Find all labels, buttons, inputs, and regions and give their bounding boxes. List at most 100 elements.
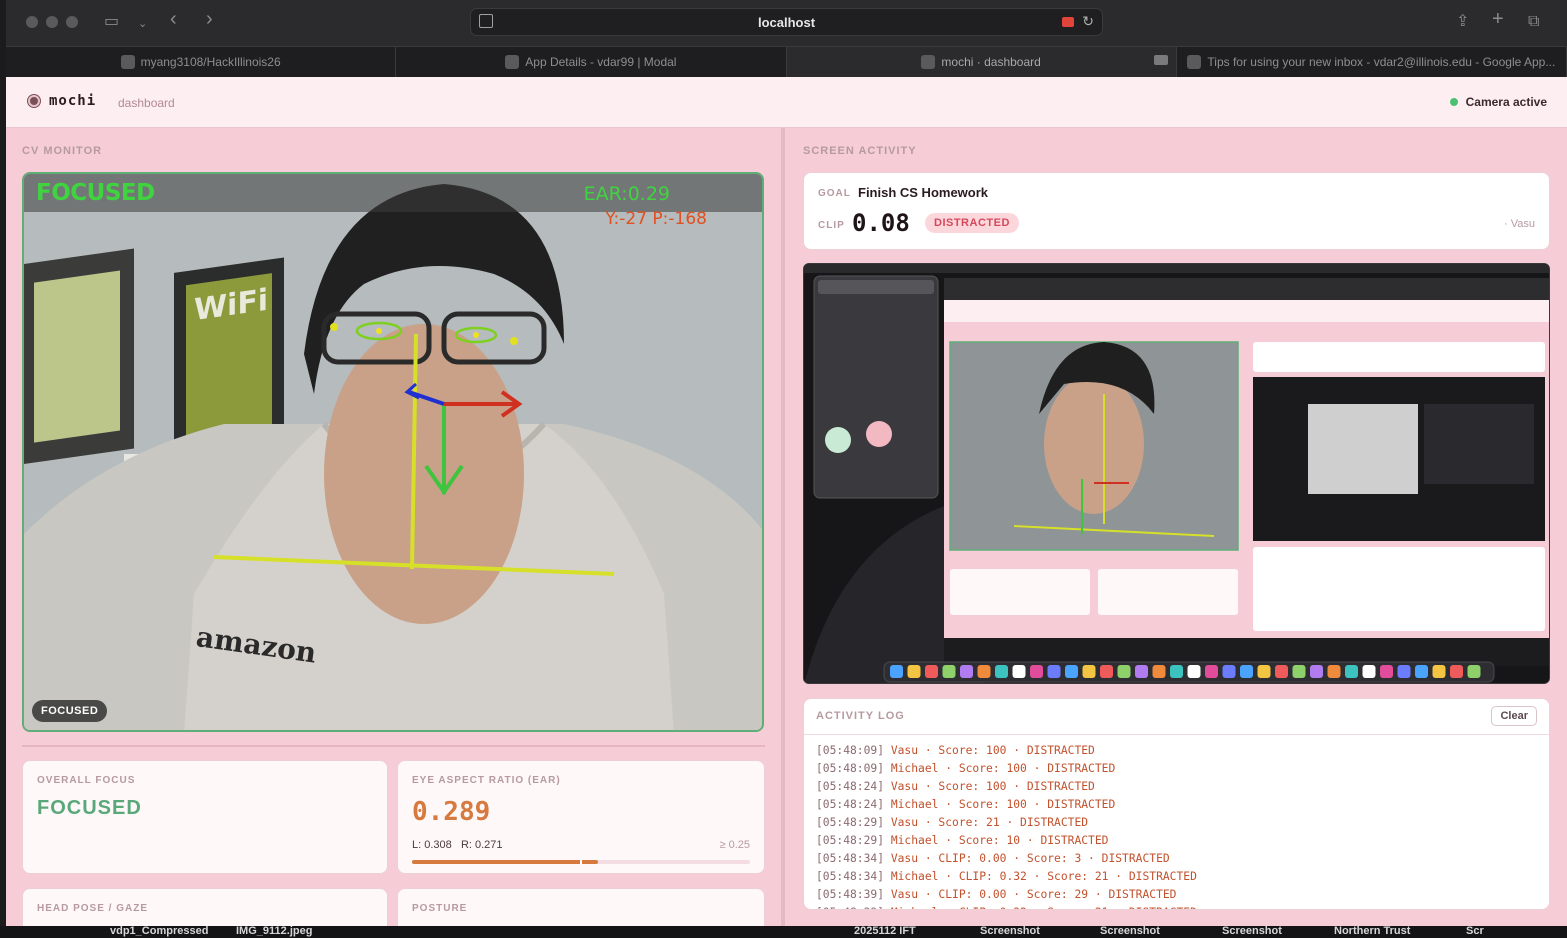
log-entry: [05:48:29] Vasu · Score: 21 · DISTRACTED	[816, 814, 1537, 832]
zoom-window-button[interactable]	[66, 16, 78, 28]
tab-github[interactable]: myang3108/HackIllinois26	[6, 47, 397, 77]
dock-app-icon	[995, 665, 1008, 678]
share-icon[interactable]: ⇪	[1456, 12, 1469, 32]
dock-app-icon	[1380, 665, 1393, 678]
ear-threshold: ≥ 0.25	[719, 839, 750, 851]
dock-app-icon	[1047, 665, 1061, 678]
github-icon	[120, 55, 135, 69]
card-label: HEAD POSE / GAZE	[37, 903, 149, 914]
dock-app-icon	[1362, 665, 1376, 678]
camera-status-text: Camera active	[1465, 95, 1547, 109]
dock-app-icon	[1100, 665, 1113, 678]
feed-ear-text: EAR:0.29	[583, 183, 670, 205]
log-timestamp: [05:48:34]	[816, 870, 885, 883]
dock-app-icon	[1467, 665, 1481, 678]
tab-label: App Details - vdar99 | Modal	[525, 55, 677, 69]
dock-app-icon	[1012, 665, 1026, 678]
log-entry: [05:48:09] Vasu · Score: 100 · DISTRACTE…	[816, 742, 1537, 760]
log-text: Vasu · CLIP: 0.00 · Score: 3 · DISTRACTE…	[884, 852, 1170, 865]
log-entry: [05:48:24] Michael · Score: 100 · DISTRA…	[816, 796, 1537, 814]
dock-app-icon	[890, 665, 903, 678]
dock-app-icon	[1310, 665, 1323, 678]
desktop-file-label[interactable]: Screenshot	[1100, 926, 1160, 937]
user-tag: · Vasu	[1504, 218, 1535, 230]
overall-focus-card: OVERALL FOCUS FOCUSED	[22, 760, 388, 874]
new-tab-icon[interactable]: +	[1492, 9, 1504, 29]
tab-label: Tips for using your new inbox - vdar2@il…	[1207, 55, 1556, 69]
goal-text: Finish CS Homework	[858, 185, 989, 200]
overall-focus-value: FOCUSED	[37, 797, 142, 819]
log-text: Vasu · Score: 100 · DISTRACTED	[884, 780, 1095, 793]
ear-card: EYE ASPECT RATIO (EAR) 0.289 L: 0.308 R:…	[397, 760, 765, 874]
log-text: Vasu · Score: 21 · DISTRACTED	[884, 816, 1089, 829]
ear-threshold-mark	[580, 859, 582, 865]
ear-progress-fill	[412, 860, 598, 864]
activity-log-title: ACTIVITY LOG	[816, 710, 905, 722]
activity-log-list[interactable]: [05:48:09] Vasu · Score: 100 · DISTRACTE…	[816, 742, 1537, 909]
cv-monitor-label: CV MONITOR	[22, 145, 103, 157]
sidebar-toggle-icon[interactable]: ▭	[104, 12, 119, 32]
card-label: OVERALL FOCUS	[37, 775, 136, 786]
dock-app-icon	[1450, 665, 1463, 678]
column-divider[interactable]	[781, 128, 785, 926]
clip-value: 0.08	[852, 209, 910, 237]
forward-icon[interactable]: ›	[206, 9, 213, 29]
ear-value: 0.289	[412, 797, 491, 827]
log-timestamp: [05:48:24]	[816, 780, 885, 793]
dock-app-icon	[1170, 665, 1183, 678]
tab-modal[interactable]: App Details - vdar99 | Modal	[396, 47, 787, 77]
dock-app-icon	[1397, 665, 1411, 678]
url-text: localhost	[757, 15, 816, 30]
ear-progress-bar	[412, 859, 750, 865]
tab-gmail[interactable]: Tips for using your new inbox - vdar2@il…	[1177, 47, 1567, 77]
clear-log-button[interactable]: Clear	[1491, 706, 1537, 726]
desktop-file-labels: vdp1_Compressed IMG_9112.jpeg 2025112 IFT S…	[0, 926, 1567, 938]
desktop-file-label[interactable]: 2025112 IFT	[854, 926, 916, 937]
camera-feed: WiFi amazon FOCUSED EAR:0.29 Y:-27 P:-16…	[22, 172, 764, 732]
ear-left: L: 0.308	[412, 839, 452, 851]
tab-bar: myang3108/HackIllinois26 App Details - v…	[6, 46, 1567, 77]
reload-icon[interactable]: ↻	[1082, 13, 1094, 30]
minimize-window-button[interactable]	[46, 16, 58, 28]
dock-app-icon	[1432, 665, 1446, 678]
mochi-logo-icon	[28, 95, 40, 107]
log-entry: [05:48:39] Michael · CLIP: 0.32 · Score:…	[816, 904, 1537, 909]
tab-overview-icon[interactable]: ⧉	[1528, 12, 1539, 32]
log-text: Michael · Score: 10 · DISTRACTED	[884, 834, 1109, 847]
desktop-file-label[interactable]: Northern Trust	[1334, 926, 1410, 937]
ear-left-right: L: 0.308 R: 0.271	[412, 839, 503, 851]
card-label: POSTURE	[412, 903, 468, 914]
dock-app-icon	[1187, 665, 1201, 678]
card-label: EYE ASPECT RATIO (EAR)	[412, 775, 561, 786]
brand-subtitle: dashboard	[118, 96, 175, 110]
clip-key: CLIP	[818, 220, 845, 231]
brand-name: mochi	[49, 93, 97, 109]
desktop-file-label[interactable]: Screenshot	[980, 926, 1040, 937]
tab-mochi[interactable]: mochi · dashboard	[786, 47, 1177, 77]
back-icon[interactable]: ‹	[170, 9, 177, 29]
camera-tab-icon	[1153, 55, 1168, 65]
dock-app-icon	[977, 665, 991, 678]
desktop-file-label[interactable]: Screenshot	[1222, 926, 1282, 937]
goal-key: GOAL	[818, 188, 851, 199]
log-text: Michael · Score: 100 · DISTRACTED	[884, 798, 1116, 811]
desktop-file-label[interactable]: vdp1_Compressed	[110, 926, 208, 937]
camera-in-use-icon[interactable]	[1062, 17, 1074, 27]
dock-app-icon	[1257, 665, 1271, 678]
log-entry: [05:48:29] Michael · Score: 10 · DISTRAC…	[816, 832, 1537, 850]
address-bar[interactable]: localhost ↻	[470, 8, 1103, 36]
dock-app-icon	[1345, 665, 1358, 678]
dock-app-icon	[1240, 665, 1253, 678]
dock-app-icon	[1205, 665, 1218, 678]
focus-badge: FOCUSED	[32, 700, 108, 722]
dock-app-icon	[1292, 665, 1306, 678]
desktop-file-label[interactable]: IMG_9112.jpeg	[236, 926, 312, 937]
close-window-button[interactable]	[26, 16, 38, 28]
log-entry: [05:48:39] Vasu · CLIP: 0.00 · Score: 29…	[816, 886, 1537, 904]
ear-right: R: 0.271	[460, 839, 503, 851]
camera-image: WiFi amazon	[24, 174, 762, 730]
dock-app-icon	[1065, 665, 1078, 678]
chevron-down-icon[interactable]: ⌄	[138, 14, 147, 34]
activity-log-card: ACTIVITY LOG Clear [05:48:09] Vasu · Sco…	[803, 698, 1550, 910]
desktop-file-label[interactable]: Scr	[1466, 926, 1484, 937]
